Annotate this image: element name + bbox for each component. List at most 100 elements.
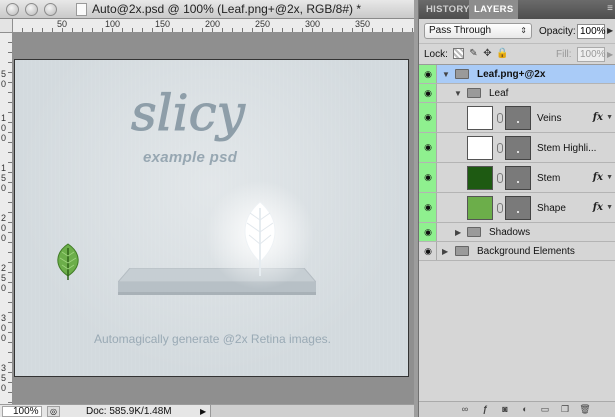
ruler-label: 1 0 0 [1,113,7,143]
zoom-window-button[interactable] [44,3,57,16]
layer-visibility-toggle[interactable]: ◉ [419,193,437,222]
close-window-button[interactable] [6,3,19,16]
layer-row-background-elements[interactable]: ◉ ▶ Background Elements [419,242,615,261]
status-preview-icon[interactable]: ◎ [47,406,60,417]
effects-expand-triangle-icon[interactable]: ▼ [606,174,613,181]
layer-row-shape[interactable]: ◉ Shape fx ▼ [419,193,615,223]
expand-triangle-down-icon[interactable]: ▼ [442,70,450,79]
lock-label: Lock: [424,49,448,60]
expand-triangle-down-icon[interactable]: ▼ [454,89,462,98]
layer-visibility-toggle[interactable]: ◉ [419,65,437,83]
eye-icon: ◉ [424,172,432,182]
layer-row-stem-highlight[interactable]: ◉ Stem Highli... [419,133,615,163]
ruler-label: 2 0 0 [1,213,7,243]
eye-icon: ◉ [424,202,432,212]
folder-icon [455,246,469,256]
fx-icon[interactable]: fx [593,112,603,123]
layer-mask-thumbnail[interactable] [505,106,531,130]
blend-mode-select[interactable]: Pass Through ⇕ [424,23,532,39]
expand-triangle-right-icon[interactable]: ▶ [442,247,448,256]
layer-name: Stem Highli... [537,143,597,154]
layer-thumbnail [467,166,493,190]
vertical-ruler[interactable]: 5 0 1 0 0 1 5 0 2 0 0 2 5 0 3 0 0 3 5 0 [0,33,13,404]
ruler-label: 50 [57,19,68,29]
layer-row-stem[interactable]: ◉ Stem fx ▼ [419,163,615,193]
folder-icon [467,88,481,98]
artboard[interactable]: slicy example psd Automagically generate… [14,59,409,377]
blend-mode-value: Pass Through [429,25,492,36]
opacity-label: Opacity: [539,26,576,37]
ruler-label: 3 0 0 [1,313,7,343]
layer-row-leaf-png-2x[interactable]: ◉ ▼ Leaf.png+@2x [419,65,615,84]
add-layer-style-fx-icon[interactable]: ƒ [479,404,491,415]
tab-layers[interactable]: LAYERS [469,0,519,19]
layer-row-leaf[interactable]: ◉ ▼ Leaf [419,84,615,103]
opacity-input[interactable]: 100% [577,24,606,39]
layers-panel: HISTORY LAYERS ≡ Pass Through ⇕ Opacity:… [418,0,615,417]
adjustment-layer-icon[interactable]: ◐ [519,404,531,415]
eye-icon: ◉ [424,246,432,256]
lock-all-padlock-icon[interactable]: 🔒 [496,48,508,59]
layers-list: ◉ ▼ Leaf.png+@2x ◉ ▼ Leaf ◉ Veins fx ▼ ◉… [419,65,615,401]
status-bar: 100% ◎ Doc: 585.9K/1.48M ▶ [0,404,414,417]
fill-label: Fill: [556,49,572,60]
opacity-slider-arrow-icon[interactable]: ▶ [607,26,613,35]
layer-visibility-toggle[interactable]: ◉ [419,223,437,241]
lock-position-move-icon[interactable]: ✥ [482,48,493,59]
ruler-label: 300 [305,19,321,29]
chain-link-icon[interactable] [497,113,503,123]
ruler-label: 2 5 0 [1,263,7,293]
canvas-area[interactable]: slicy example psd Automagically generate… [13,33,414,404]
layer-name: Veins [537,113,562,124]
layer-row-shadows[interactable]: ◉ ▶ Shadows [419,223,615,242]
layer-visibility-toggle[interactable]: ◉ [419,133,437,162]
effects-expand-triangle-icon[interactable]: ▼ [606,204,613,211]
layer-mask-thumbnail[interactable] [505,136,531,160]
layer-mask-thumbnail[interactable] [505,166,531,190]
eye-icon: ◉ [424,69,432,79]
layer-row-veins[interactable]: ◉ Veins fx ▼ [419,103,615,133]
tab-history[interactable]: HISTORY [421,0,475,19]
fx-icon[interactable]: fx [593,172,603,183]
layer-visibility-toggle[interactable]: ◉ [419,84,437,102]
blend-row: Pass Through ⇕ Opacity: 100% ▶ [419,19,615,44]
chain-link-icon[interactable] [497,143,503,153]
zoom-level-field[interactable]: 100% [2,406,42,417]
ruler-label: 5 0 [1,69,7,89]
new-layer-icon[interactable]: ❐ [559,404,571,415]
lock-transparency-icon[interactable] [453,48,464,59]
chain-link-icon[interactable] [497,203,503,213]
layer-name: Shape [537,203,566,214]
layer-visibility-toggle[interactable]: ◉ [419,163,437,192]
delete-layer-trash-icon[interactable]: 🗑 [579,404,591,415]
status-menu-arrow-icon[interactable]: ▶ [200,406,209,417]
folder-icon [455,69,469,79]
layer-visibility-toggle[interactable]: ◉ [419,103,437,132]
layer-mask-thumbnail[interactable] [505,196,531,220]
effects-expand-triangle-icon[interactable]: ▼ [606,114,613,121]
panel-menu-icon[interactable]: ≡ [607,3,613,14]
layer-thumbnail [467,106,493,130]
slicy-logo: slicy [131,84,247,143]
chain-link-icon[interactable] [497,173,503,183]
horizontal-scrollbar[interactable] [210,405,414,417]
document-size-info: Doc: 585.9K/1.48M [86,406,172,417]
fx-icon[interactable]: fx [593,202,603,213]
green-leaf-icon [57,243,79,280]
lock-pixels-brush-icon[interactable]: ✎ [468,48,479,59]
lock-row: Lock: ✎ ✥ 🔒 Fill: 100% ▶ [419,44,615,65]
ruler-corner[interactable] [0,19,13,33]
expand-triangle-right-icon[interactable]: ▶ [455,228,461,237]
select-arrows-icon: ⇕ [520,26,527,35]
add-mask-icon[interactable]: ◙ [499,404,511,415]
layer-name: Stem [537,173,561,184]
link-layers-icon[interactable]: ∞ [459,404,471,415]
layer-visibility-toggle[interactable]: ◉ [419,242,437,260]
fill-input[interactable]: 100% [577,47,606,62]
fill-slider-arrow-icon[interactable]: ▶ [607,50,613,59]
minimize-window-button[interactable] [25,3,38,16]
folder-icon [467,227,481,237]
horizontal-ruler[interactable]: 50 100 150 200 250 300 350 [13,19,414,33]
document-titlebar[interactable]: Auto@2x.psd @ 100% (Leaf.png+@2x, RGB/8#… [0,0,414,19]
new-group-folder-icon[interactable]: ▭ [539,404,551,415]
